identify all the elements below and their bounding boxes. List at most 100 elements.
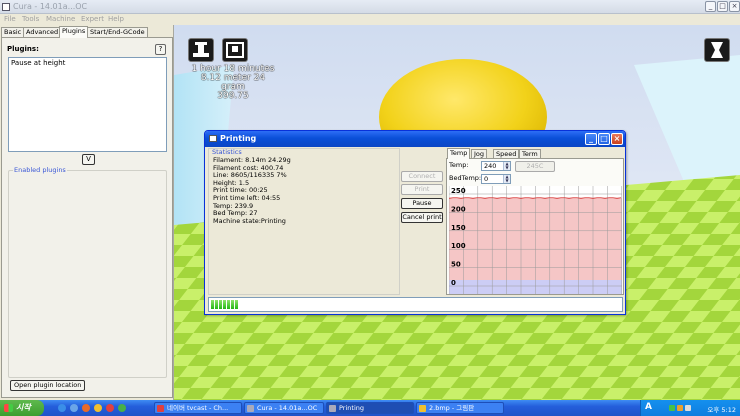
tab-speed[interactable]: Speed xyxy=(493,149,520,158)
progress-segment xyxy=(219,300,222,309)
tab-plugins[interactable]: Plugins xyxy=(59,26,89,38)
chrome-icon[interactable] xyxy=(106,404,114,412)
tab-temp[interactable]: Temp xyxy=(447,148,471,159)
taskbar: 시작 네이버 tvcast - Ch... Cura - 14.01a...OC… xyxy=(0,400,740,416)
spin-arrows-icon[interactable]: ▲ ▼ xyxy=(503,175,510,183)
window-icon xyxy=(329,405,336,412)
progress-segment xyxy=(227,300,230,309)
temp-label: Temp: xyxy=(449,161,469,169)
dialog-titlebar: Printing _ □ × xyxy=(205,131,625,147)
start-label: 시작 xyxy=(16,403,31,412)
app-icon xyxy=(2,3,10,11)
dialog-maximize-button[interactable]: □ xyxy=(598,133,610,145)
settings-panel: Basic Advanced Plugins Start/End-GCode P… xyxy=(0,25,174,400)
temp-input[interactable]: 240 ▲ ▼ xyxy=(481,161,511,171)
maximize-button[interactable]: □ xyxy=(717,1,728,12)
chrome-icon xyxy=(157,405,164,412)
plugin-list-item[interactable]: Pause at height xyxy=(11,59,65,67)
desktop-icon[interactable] xyxy=(70,404,78,412)
taskbar-item-label: 네이버 tvcast - Ch... xyxy=(167,404,229,412)
menu-bar: File Tools Machine Expert Help xyxy=(0,14,740,25)
progress-segment xyxy=(231,300,234,309)
open-plugin-location-button[interactable]: Open plugin location xyxy=(10,380,86,391)
progress-segment xyxy=(223,300,226,309)
menu-tools[interactable]: Tools xyxy=(22,15,39,23)
print-button[interactable] xyxy=(222,38,248,62)
dialog-icon xyxy=(209,135,217,142)
tab-jog[interactable]: Jog xyxy=(471,149,488,158)
windows-logo-icon xyxy=(4,404,13,412)
window-title: Cura - 14.01a...OC xyxy=(13,2,88,11)
progress-segment xyxy=(211,300,214,309)
plugins-tabpanel: Plugins: ? Pause at height V Enabled plu… xyxy=(1,37,173,398)
taskbar-item-printing[interactable]: Printing xyxy=(326,402,414,414)
app-quicklaunch-icon[interactable] xyxy=(118,404,126,412)
taskbar-item-paint[interactable]: 2.bmp - 그림판 xyxy=(416,402,504,414)
preset-temp-button[interactable]: 245C xyxy=(515,161,555,172)
tab-basic[interactable]: Basic xyxy=(1,27,25,37)
cancel-print-button[interactable]: Cancel print xyxy=(401,212,443,223)
ie-icon[interactable] xyxy=(58,404,66,412)
tab-start-end-gcode[interactable]: Start/End-GCode xyxy=(87,27,148,37)
temp-line xyxy=(449,197,622,199)
menu-file[interactable]: File xyxy=(4,15,16,23)
paint-icon xyxy=(419,405,426,412)
security-icon[interactable] xyxy=(677,405,683,411)
add-plugin-button[interactable]: V xyxy=(82,154,95,165)
explorer-icon[interactable] xyxy=(94,404,102,412)
print-estimate: 1 hour 18 minutes 8.12 meter 24 gram 399… xyxy=(188,65,278,101)
bed-temp-value: 0 xyxy=(484,175,489,183)
y-tick-label: 100 xyxy=(451,242,466,250)
y-tick-label: 150 xyxy=(451,224,466,232)
y-tick-label: 200 xyxy=(451,205,466,213)
cost-estimate: 399.75 xyxy=(217,91,249,101)
menu-expert[interactable]: Expert xyxy=(81,15,104,23)
connect-button[interactable]: Connect xyxy=(401,171,443,182)
y-tick-label: 250 xyxy=(451,187,466,195)
ime-indicator[interactable]: A xyxy=(645,402,652,412)
printing-dialog: Printing _ □ × Statistics Filament: 8.14… xyxy=(204,130,626,315)
tab-term[interactable]: Term xyxy=(519,149,541,158)
dialog-minimize-button[interactable]: _ xyxy=(585,133,597,145)
view-mode-button[interactable] xyxy=(704,38,730,62)
plugins-label: Plugins: xyxy=(7,45,39,53)
plugin-help-button[interactable]: ? xyxy=(155,44,166,55)
menu-machine[interactable]: Machine xyxy=(46,15,75,23)
temp-tabpanel: Temp: 240 ▲ ▼ 245C BedTemp: 0 ▲ ▼ 250 200 15… xyxy=(446,158,624,295)
statistics-label: Statistics xyxy=(212,148,242,156)
network-icon[interactable] xyxy=(669,405,675,411)
print-start-button[interactable]: Print xyxy=(401,184,443,195)
y-tick-label: 50 xyxy=(451,261,461,269)
temp-value: 240 xyxy=(484,162,497,170)
progress-segment xyxy=(215,300,218,309)
firefox-icon[interactable] xyxy=(82,404,90,412)
load-icon xyxy=(193,42,209,57)
enabled-plugins-group: Enabled plugins xyxy=(8,166,167,378)
temperature-graph: 250 200 150 100 50 0 xyxy=(449,186,622,294)
tab-advanced[interactable]: Advanced xyxy=(23,27,62,37)
pause-button[interactable]: Pause xyxy=(401,198,443,209)
enabled-plugins-label: Enabled plugins xyxy=(13,166,67,174)
taskbar-item-label: 2.bmp - 그림판 xyxy=(429,404,475,412)
menu-help[interactable]: Help xyxy=(108,15,124,23)
volume-icon[interactable] xyxy=(685,405,691,411)
dialog-close-button[interactable]: × xyxy=(611,133,623,145)
filament-estimate: 8.12 meter 24 gram xyxy=(200,73,266,92)
taskbar-item-cura[interactable]: Cura - 14.01a...OC xyxy=(244,402,324,414)
spin-arrows-icon[interactable]: ▲ ▼ xyxy=(503,162,510,170)
statistics-lines: Filament: 8.14m 24.29g Filament cost: 40… xyxy=(213,156,291,225)
clock: 오후 5:12 xyxy=(707,406,736,414)
plugin-list[interactable]: Pause at height xyxy=(8,57,167,152)
taskbar-item-chrome[interactable]: 네이버 tvcast - Ch... xyxy=(154,402,242,414)
load-model-button[interactable] xyxy=(188,38,214,62)
start-button[interactable]: 시작 xyxy=(0,400,44,416)
view-mode-icon xyxy=(711,42,723,58)
cura-icon xyxy=(247,405,254,412)
y-tick-label: 0 xyxy=(451,279,456,287)
bed-temp-input[interactable]: 0 ▲ ▼ xyxy=(481,174,511,184)
minimize-button[interactable]: _ xyxy=(705,1,716,12)
printer-icon xyxy=(226,42,244,58)
close-button[interactable]: × xyxy=(729,1,740,12)
window-titlebar: Cura - 14.01a...OC _ □ × xyxy=(0,0,740,14)
statistics-group: Statistics Filament: 8.14m 24.29g Filame… xyxy=(208,148,400,295)
